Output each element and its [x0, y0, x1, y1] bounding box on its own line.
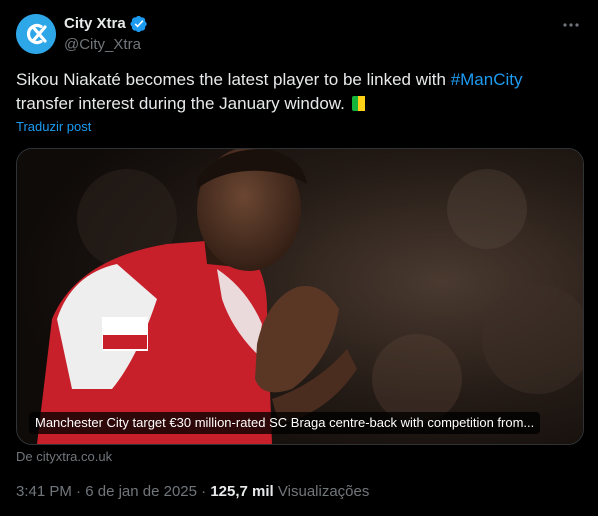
- meta-separator-2: ·: [201, 483, 207, 500]
- tweet: City Xtra @City_Xtra Sikou Niakaté becom…: [0, 0, 598, 516]
- author-display-name[interactable]: City Xtra: [64, 14, 126, 34]
- tweet-text-after: transfer interest during the January win…: [16, 94, 345, 113]
- meta-separator: ·: [76, 483, 82, 500]
- card-source-link[interactable]: De cityxtra.co.uk: [16, 449, 112, 465]
- football-player-photo-icon: [17, 149, 583, 444]
- mali-flag-icon: [351, 96, 372, 111]
- avatar[interactable]: [16, 14, 56, 54]
- link-card[interactable]: Manchester City target €30 million-rated…: [16, 148, 584, 445]
- translate-post-link[interactable]: Traduzir post: [16, 119, 91, 135]
- city-xtra-logo-icon: [16, 14, 56, 54]
- tweet-date[interactable]: 6 de jan de 2025: [85, 483, 197, 500]
- views-label: Visualizações: [277, 483, 370, 500]
- tweet-meta: 3:41 PM · 6 de jan de 2025 · 125,7 mil V…: [16, 482, 369, 502]
- tweet-text-before: Sikou Niakaté becomes the latest player …: [16, 70, 451, 89]
- verified-badge-icon[interactable]: [130, 15, 148, 33]
- card-caption[interactable]: Manchester City target €30 million-rated…: [29, 412, 541, 434]
- views-count[interactable]: 125,7 mil: [210, 483, 273, 500]
- author-name-row[interactable]: City Xtra: [64, 14, 148, 34]
- tweet-time[interactable]: 3:41 PM: [16, 483, 72, 500]
- tweet-text: Sikou Niakaté becomes the latest player …: [16, 68, 576, 116]
- more-options-icon[interactable]: [560, 14, 582, 36]
- author-handle[interactable]: @City_Xtra: [64, 35, 141, 55]
- hashtag-link[interactable]: #ManCity: [451, 70, 523, 89]
